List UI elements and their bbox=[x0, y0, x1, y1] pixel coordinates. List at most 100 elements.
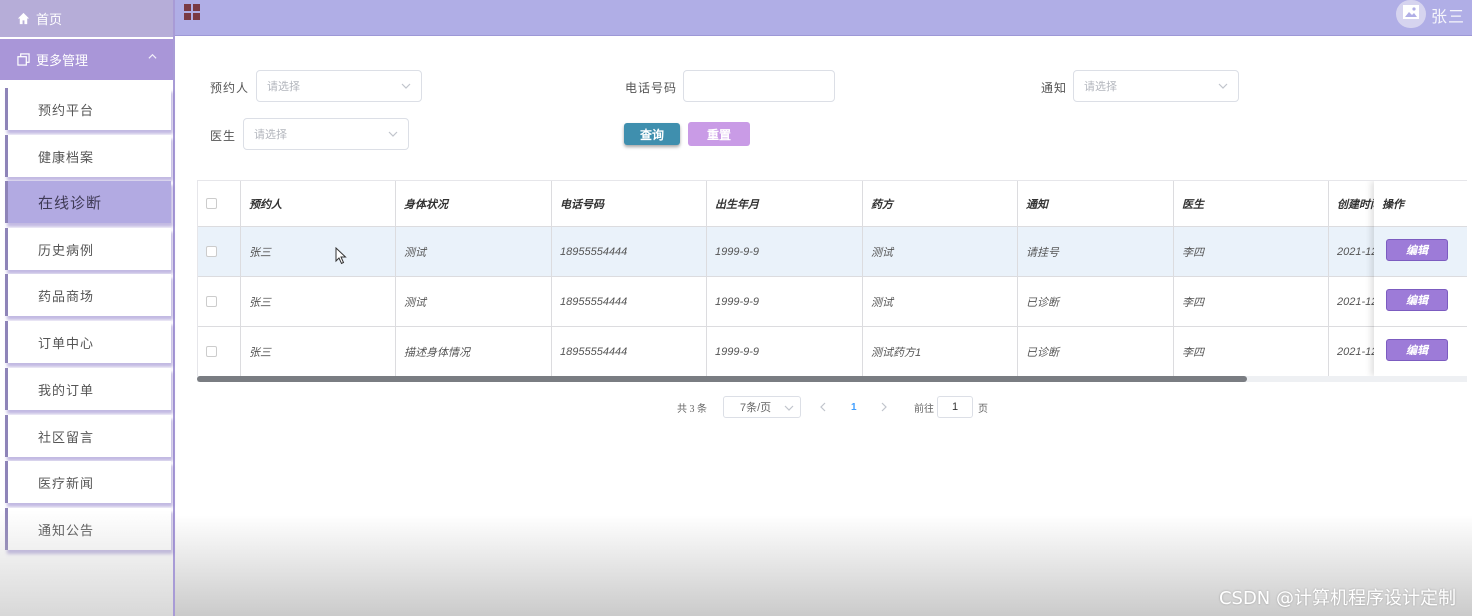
doctor-select-placeholder: 请选择 bbox=[254, 129, 287, 141]
sidebar-item-online-diagnosis[interactable]: 在线诊断 bbox=[5, 181, 171, 223]
table-horizontal-scrollbar[interactable] bbox=[197, 376, 1467, 382]
apps-grid-icon[interactable] bbox=[184, 4, 202, 22]
scrollbar-thumb[interactable] bbox=[197, 376, 1247, 382]
sidebar-item-label: 预约平台 bbox=[38, 102, 95, 118]
copy-icon bbox=[16, 53, 30, 67]
prev-page-icon[interactable] bbox=[819, 396, 827, 418]
row-checkbox[interactable] bbox=[206, 346, 217, 357]
cell-birth: 1999-9-9 bbox=[707, 277, 863, 327]
cell-phone: 18955554444 bbox=[552, 227, 707, 277]
sidebar: 首页 更多管理 预约平台 健康档案 在线诊断 历史病例 药品商场 订单中心 我的… bbox=[0, 0, 175, 616]
cell-doctor: 李四 bbox=[1174, 227, 1329, 277]
appointee-select[interactable]: 请选择 bbox=[256, 70, 422, 102]
search-button[interactable]: 查询 bbox=[624, 123, 680, 145]
appointee-select-placeholder: 请选择 bbox=[267, 81, 300, 93]
cell-doctor: 李四 bbox=[1174, 327, 1329, 377]
chevron-up-icon bbox=[148, 52, 157, 64]
cell-notice: 请挂号 bbox=[1018, 227, 1174, 277]
cell-prescription: 测试药方1 bbox=[863, 327, 1018, 377]
sidebar-item-medical-news[interactable]: 医疗新闻 bbox=[5, 461, 171, 503]
sidebar-item-drug-store[interactable]: 药品商场 bbox=[5, 274, 171, 316]
avatar[interactable] bbox=[1396, 0, 1426, 28]
phone-input[interactable] bbox=[683, 70, 835, 102]
sidebar-item-health-records[interactable]: 健康档案 bbox=[5, 135, 171, 177]
watermark: CSDN @计算机程序设计定制 bbox=[1218, 588, 1456, 609]
cell-appointee: 张三 bbox=[241, 277, 396, 327]
sidebar-item-announcements[interactable]: 通知公告 bbox=[5, 508, 171, 550]
column-header-phone[interactable]: 电话号码 bbox=[552, 181, 707, 227]
sidebar-item-label: 医疗新闻 bbox=[38, 475, 95, 491]
cell-condition: 测试 bbox=[396, 277, 552, 327]
page-suffix: 页 bbox=[978, 403, 988, 415]
page-number-current[interactable]: 1 bbox=[851, 396, 857, 418]
select-all-cell bbox=[198, 181, 241, 227]
sidebar-group-label: 更多管理 bbox=[36, 53, 89, 68]
sidebar-item-community-messages[interactable]: 社区留言 bbox=[5, 415, 171, 457]
mouse-cursor-icon bbox=[335, 246, 347, 265]
sidebar-item-label: 药品商场 bbox=[38, 288, 95, 304]
page-size-select[interactable]: 7条/页 bbox=[723, 396, 801, 418]
cell-prescription: 测试 bbox=[863, 277, 1018, 327]
column-header-notice[interactable]: 通知 bbox=[1018, 181, 1174, 227]
sidebar-item-label: 通知公告 bbox=[38, 522, 95, 538]
home-icon bbox=[16, 12, 30, 26]
edit-button[interactable]: 编辑 bbox=[1386, 289, 1448, 311]
sidebar-item-label: 在线诊断 bbox=[38, 195, 103, 212]
sidebar-item-label: 健康档案 bbox=[38, 149, 95, 165]
table-row-checkbox-cell bbox=[198, 327, 241, 377]
username[interactable]: 张三 bbox=[1431, 3, 1465, 27]
cell-condition: 测试 bbox=[396, 227, 552, 277]
sidebar-item-label: 历史病例 bbox=[38, 242, 95, 258]
column-header-doctor[interactable]: 医生 bbox=[1174, 181, 1329, 227]
pagination-total: 共 3 条 bbox=[677, 403, 707, 415]
phone-label: 电话号码 bbox=[625, 81, 678, 95]
sidebar-item-label: 订单中心 bbox=[38, 335, 95, 351]
chevron-down-icon bbox=[784, 403, 794, 413]
column-header-prescription[interactable]: 药方 bbox=[863, 181, 1018, 227]
row-checkbox[interactable] bbox=[206, 246, 217, 257]
sidebar-home-label: 首页 bbox=[36, 12, 63, 27]
sidebar-item-appointment-platform[interactable]: 预约平台 bbox=[5, 88, 171, 130]
cell-phone: 18955554444 bbox=[552, 277, 707, 327]
cell-birth: 1999-9-9 bbox=[707, 227, 863, 277]
goto-label: 前往 bbox=[914, 403, 934, 415]
sidebar-item-medical-history[interactable]: 历史病例 bbox=[5, 228, 171, 270]
appointee-label: 预约人 bbox=[210, 81, 250, 95]
records-table: 预约人 身体状况 电话号码 出生年月 药方 通知 医生 创建时间 张三 测试 1… bbox=[197, 180, 1467, 380]
edit-button[interactable]: 编辑 bbox=[1386, 339, 1448, 361]
table-row-checkbox-cell bbox=[198, 227, 241, 277]
chevron-down-icon bbox=[388, 129, 398, 139]
column-header-birth[interactable]: 出生年月 bbox=[707, 181, 863, 227]
chevron-down-icon bbox=[1218, 81, 1228, 91]
next-page-icon[interactable] bbox=[880, 396, 888, 418]
chevron-down-icon bbox=[401, 81, 411, 91]
column-header-appointee[interactable]: 预约人 bbox=[241, 181, 396, 227]
sidebar-group-more-management[interactable]: 更多管理 bbox=[0, 39, 173, 80]
top-bar: 张三 bbox=[175, 0, 1472, 36]
image-icon bbox=[1403, 4, 1419, 24]
reset-button[interactable]: 重置 bbox=[688, 122, 750, 146]
table-row-checkbox-cell bbox=[198, 277, 241, 327]
sidebar-item-order-center[interactable]: 订单中心 bbox=[5, 321, 171, 363]
sidebar-item-home[interactable]: 首页 bbox=[0, 0, 173, 37]
row-checkbox[interactable] bbox=[206, 296, 217, 307]
column-header-condition[interactable]: 身体状况 bbox=[396, 181, 552, 227]
cell-condition: 描述身体情况 bbox=[396, 327, 552, 377]
operations-column: 操作 编辑 编辑 编辑 bbox=[1374, 181, 1467, 377]
sidebar-item-label: 我的订单 bbox=[38, 382, 95, 398]
cell-appointee: 张三 bbox=[241, 327, 396, 377]
doctor-select[interactable]: 请选择 bbox=[243, 118, 409, 150]
cell-phone: 18955554444 bbox=[552, 327, 707, 377]
sidebar-item-my-orders[interactable]: 我的订单 bbox=[5, 368, 171, 410]
notice-select-placeholder: 请选择 bbox=[1084, 81, 1117, 93]
cell-notice: 已诊断 bbox=[1018, 277, 1174, 327]
notice-label: 通知 bbox=[1041, 81, 1068, 95]
select-all-checkbox[interactable] bbox=[206, 198, 217, 209]
goto-page-input[interactable]: 1 bbox=[937, 396, 973, 418]
page-size-value: 7条/页 bbox=[740, 402, 772, 414]
cell-notice: 已诊断 bbox=[1018, 327, 1174, 377]
notice-select[interactable]: 请选择 bbox=[1073, 70, 1239, 102]
cell-appointee: 张三 bbox=[241, 227, 396, 277]
cell-prescription: 测试 bbox=[863, 227, 1018, 277]
edit-button[interactable]: 编辑 bbox=[1386, 239, 1448, 261]
